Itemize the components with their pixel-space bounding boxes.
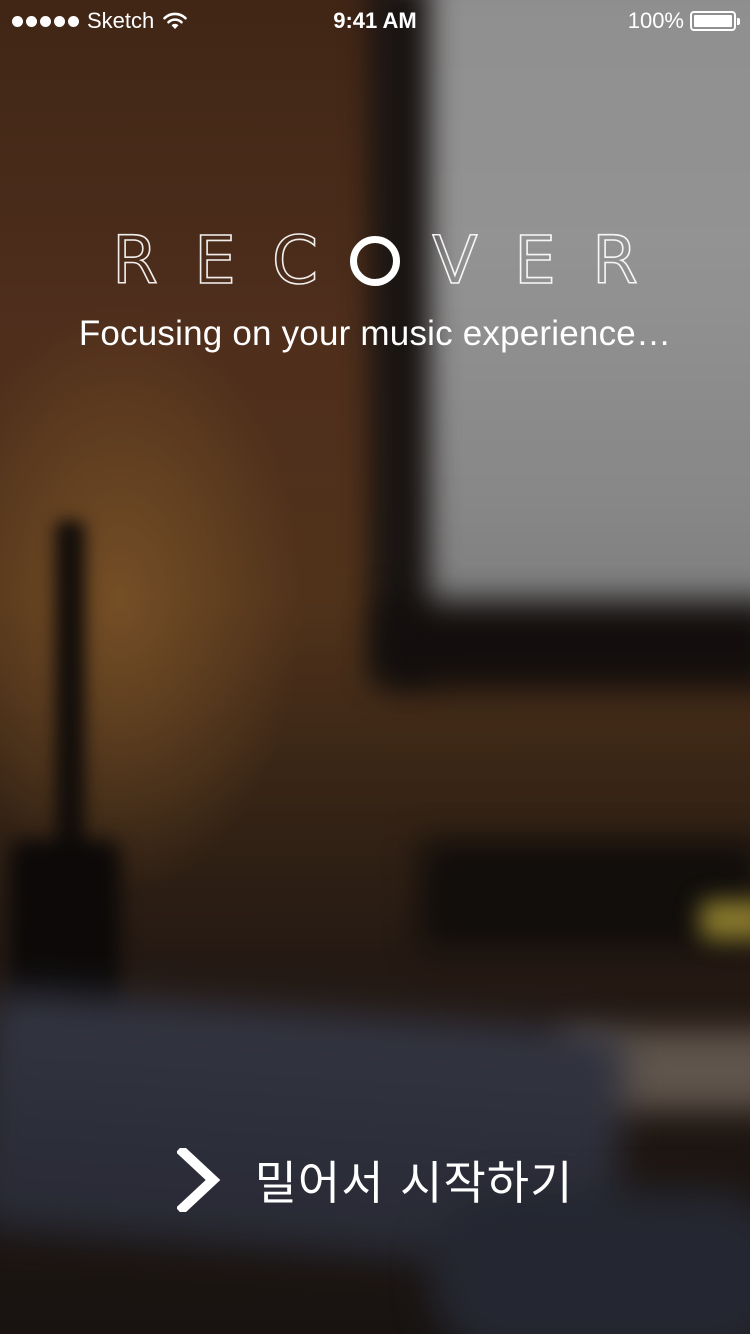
- logo-letter-e2: E: [513, 222, 556, 299]
- logo-letter-c: C: [271, 222, 319, 299]
- status-right: 100%: [627, 8, 740, 34]
- tagline: Focusing on your music experience…: [78, 314, 672, 353]
- app-logo: R E C V E R: [0, 222, 750, 299]
- battery-icon: [690, 11, 740, 31]
- logo-letter-v: V: [432, 222, 479, 299]
- battery-fill: [694, 15, 732, 27]
- background-shade: [0, 0, 750, 1334]
- swipe-to-start-label: 밀어서 시작하기: [254, 1156, 574, 1210]
- logo-o-ring: [350, 236, 400, 286]
- logo-letter-r2: R: [591, 222, 638, 299]
- battery-percent: 100%: [627, 8, 684, 33]
- battery-tip: [737, 18, 740, 25]
- logo-letter-r: R: [111, 222, 158, 299]
- swipe-to-start-button[interactable]: 밀어서 시작하기: [0, 1140, 750, 1220]
- chevron-right-icon: [176, 1148, 221, 1212]
- status-bar: Sketch 9:41 AM 100%: [0, 0, 750, 40]
- logo-letter-o: [335, 236, 415, 286]
- background-photo: [0, 0, 750, 1334]
- splash-screen: Sketch 9:41 AM 100% R E C V E R Focusing…: [0, 0, 750, 1334]
- logo-letter-e: E: [193, 222, 236, 299]
